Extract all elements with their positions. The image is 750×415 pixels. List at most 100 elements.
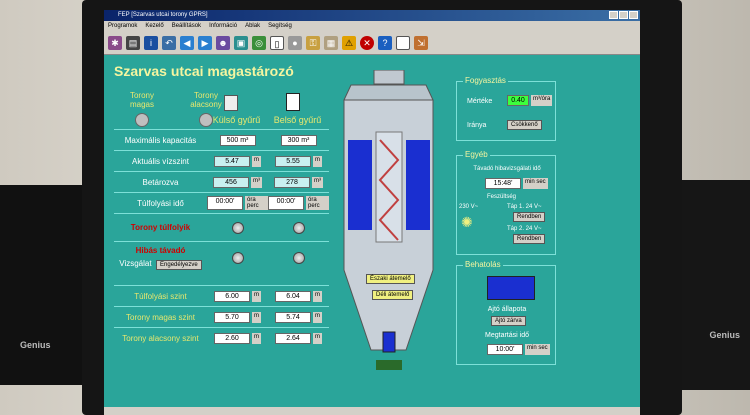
close-button[interactable] [629,11,638,19]
speaker-right [670,180,750,390]
row-label: Torony magas szint [126,312,195,322]
info-icon[interactable]: i [144,35,158,50]
toolbar: ✱ ▤ i ↶ ◀ ▶ ☻ ▣ ◎ ▯ ● ⚿ ▦ ⚠ ✕ ? ⇲ [104,31,640,55]
table-row: Aktuális vízszint 5.47 m 5.55 m [114,150,329,171]
monitor-icon[interactable]: ▣ [234,35,248,50]
value-cell: 6.00 [214,290,250,302]
table-row: Maximális kapacitás 500 m³ 300 m³ [114,129,329,150]
light-high-indicator [135,113,149,127]
stop-icon[interactable]: ✕ [360,35,374,50]
tap2-status: Rendben [513,234,546,244]
row-label: Hibás távadó [135,245,186,255]
unit-label: m [313,332,322,344]
menu-informacio[interactable]: Információ [209,21,237,31]
value-cell: 500 m³ [219,134,256,146]
south-valve-button[interactable]: Déli átemelő [372,290,414,300]
maximize-button[interactable] [619,11,628,19]
tools-icon[interactable]: ✱ [108,35,122,50]
value-cell: 5.74 [275,311,311,323]
voltage-label: Feszültség [487,194,517,200]
remote-unit: min sec [523,178,548,189]
help-icon[interactable]: ? [378,35,392,50]
tap1-label: Táp 1. 24 V~ [507,204,542,210]
value-cell: 456 [213,176,249,188]
key-icon[interactable]: ⚿ [306,35,320,50]
menu-programok[interactable]: Programok [108,21,137,31]
network-icon[interactable]: ◎ [252,35,266,50]
ground [376,360,402,370]
row-label: Aktuális vízszint [132,156,189,166]
column-outer: Külső gyűrű [212,115,261,125]
alarm-indicator [292,251,305,264]
row-label: Maximális kapacitás [124,135,197,145]
tower-top [373,70,405,85]
phone-icon[interactable]: ▯ [270,35,284,50]
package-icon[interactable]: ▦ [324,35,338,50]
user-icon[interactable]: ● [288,35,302,50]
misc-title: Egyéb [463,150,490,159]
table-row: Torony magas szint 5.70 m 5.74 m [114,306,329,327]
unit-label: m [252,311,261,323]
outer-ring-water-right [406,140,430,230]
speaker-brand-left: Genius [20,340,51,350]
light-low-label: Torony alacsony [190,91,222,109]
back-icon[interactable]: ◀ [180,35,194,50]
value-cell: 2.64 [275,332,311,344]
consumption-unit: m³/óra [531,95,553,106]
light-high: Torony magas [122,91,162,127]
row-label: Torony túlfolyik [130,223,191,232]
blank-icon[interactable] [396,35,410,50]
chart-icon[interactable]: ▤ [126,35,140,50]
table-row: Túlfolyási szint 6.00 m 6.04 m [114,285,329,306]
value-cell: 278 [274,176,310,188]
tower-roof [343,84,434,101]
menu-segitseg[interactable]: Segítség [268,21,292,31]
window-title: FEP [Szarvas utcai torony GPRS] [118,12,208,18]
menu-kezelo[interactable]: Kezelő [145,21,163,31]
consumption-amount-label: Mértéke [467,98,493,105]
table-row: Túlfolyási idő 00:00' óra perc 00:00' óra … [114,192,329,213]
table-row: Torony túlfolyik [114,213,329,241]
consumption-panel: Fogyasztás Mértéke 0.40 m³/óra Iránya Cs… [456,76,556,141]
remote-value: 15:48' [485,178,521,189]
door-label: Ajtó állapota [487,306,527,313]
table-row: Torony alacsony szint 2.60 m 2.64 m [114,327,329,348]
check-button[interactable]: Engedélyezve [156,259,202,270]
unit-label: m [252,290,261,302]
main-panel: Szarvas utcai magastározó Torony magas T… [104,55,640,415]
undo-icon[interactable]: ↶ [162,35,176,50]
hold-unit: min sec [525,344,550,355]
value-cell: 5.47 [214,155,250,167]
users-icon[interactable]: ☻ [216,35,230,50]
unit-label: m [313,290,322,302]
page-title: Szarvas utcai magastározó [114,63,294,79]
tap2-label: Táp 2. 24 V~ [507,226,542,232]
consumption-title: Fogyasztás [463,76,508,85]
row-label: Betározva [142,177,179,187]
light-high-label: Torony magas [129,91,154,109]
hold-value: 10:00' [487,344,523,355]
warning-icon[interactable]: ⚠ [342,35,356,50]
speaker-left [0,185,95,385]
misc-panel: Egyéb Távadó hibavizsgálati idő 15:48' mi… [456,150,556,255]
forward-icon[interactable]: ▶ [198,35,212,50]
row-label: Túlfolyási idő [137,198,184,208]
hold-label: Megtartási idő [485,332,529,339]
intrusion-door-icon [487,276,535,300]
menu-beallitasok[interactable]: Beállítások [172,21,201,31]
unit-label: m [252,332,261,344]
outer-ring-water-left [348,140,372,230]
inner-ring [375,131,403,243]
door-status: Ajtó zárva [491,316,526,326]
speaker-brand-right: Genius [709,330,740,340]
report-icon [286,93,300,111]
check-label: Vizsgálat [119,258,152,268]
unit-label: óra perc [245,196,268,210]
consumption-direction-label: Iránya [467,122,487,129]
value-cell: 00:00' [207,196,243,210]
exit-icon[interactable]: ⇲ [414,35,428,50]
minimize-button[interactable] [609,11,618,19]
electric-spark-icon: ✺ [461,214,473,230]
menu-ablak[interactable]: Ablak [245,21,260,31]
north-valve-button[interactable]: Északi átemelő [366,274,415,284]
